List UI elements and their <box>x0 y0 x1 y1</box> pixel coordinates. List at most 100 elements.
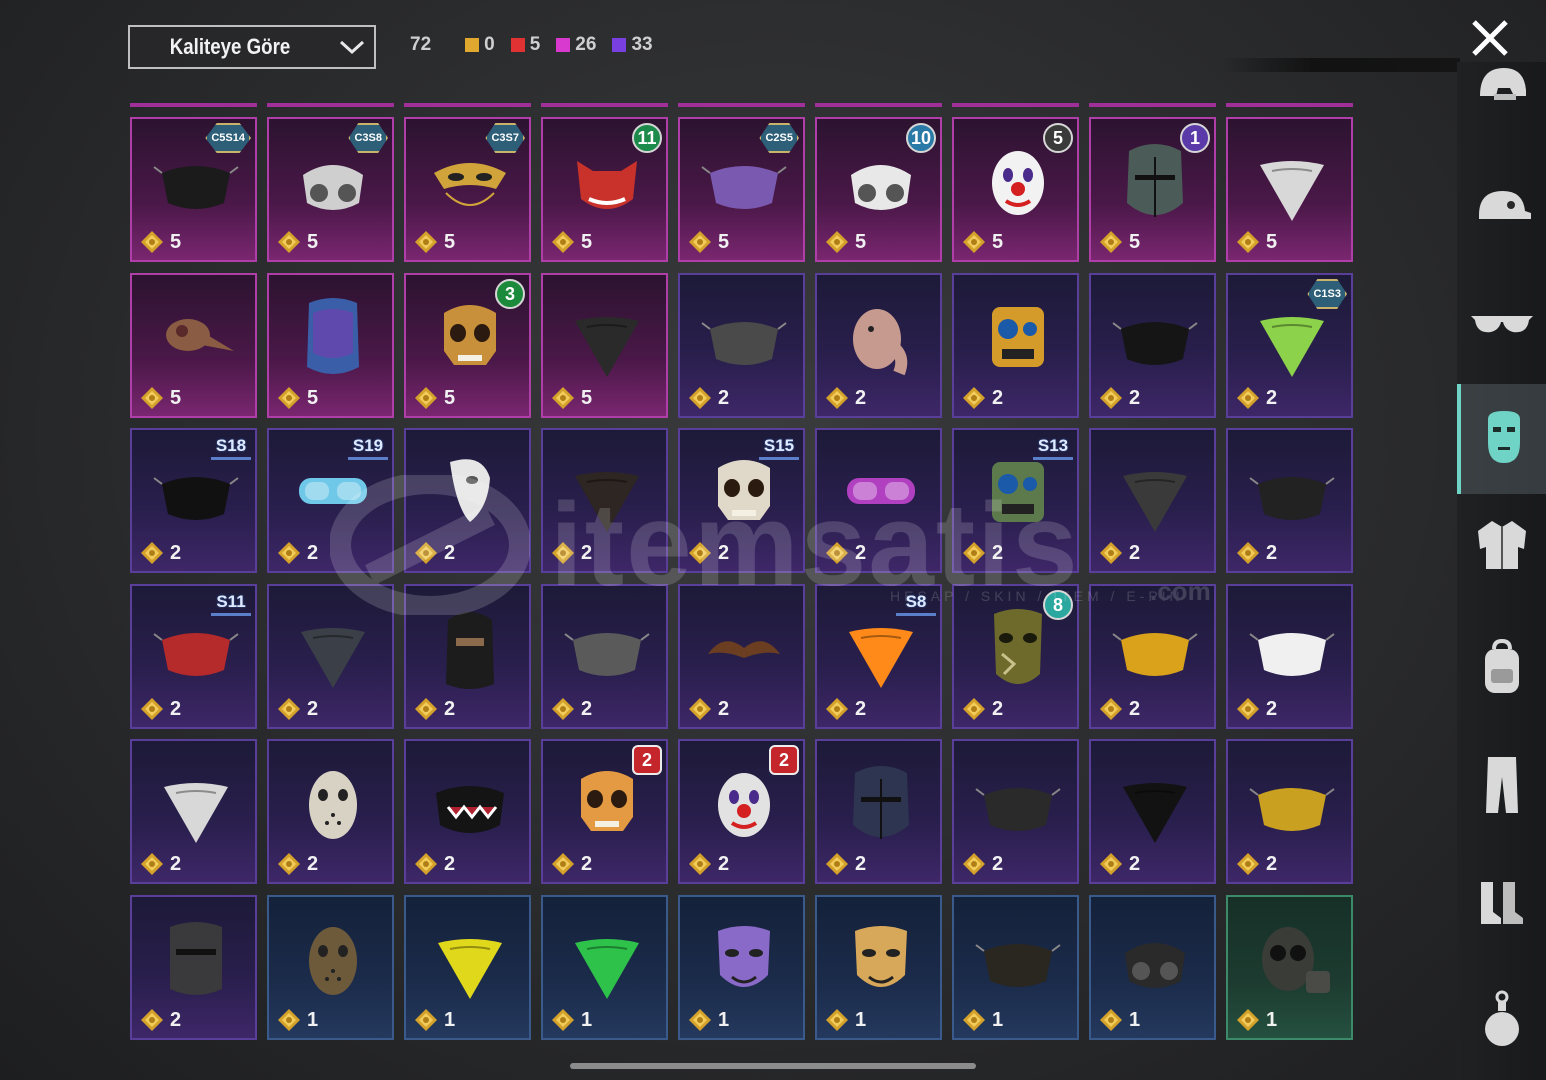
item-card[interactable]: 1 <box>1089 895 1216 1040</box>
sidebar-tab-glasses[interactable] <box>1457 270 1546 380</box>
robot-mask-icon <box>974 448 1062 540</box>
item-card[interactable]: S19 2 <box>267 428 394 573</box>
item-card[interactable]: 1 <box>815 895 942 1040</box>
item-card[interactable]: S13 2 <box>952 428 1079 573</box>
sidebar-tab-grenade[interactable] <box>1457 966 1546 1076</box>
item-card[interactable]: 2 <box>1226 739 1353 884</box>
item-quantity: 2 <box>1236 541 1277 565</box>
item-card[interactable]: 2 <box>952 273 1079 418</box>
item-card[interactable]: S15 2 <box>678 428 805 573</box>
item-card[interactable]: 35 <box>404 273 531 418</box>
sidebar-tab-pants[interactable] <box>1457 732 1546 842</box>
item-card[interactable]: 2 <box>678 273 805 418</box>
quantity-value: 2 <box>1129 697 1141 720</box>
rank-coin-icon <box>962 541 986 565</box>
item-card[interactable]: 2 <box>130 895 257 1040</box>
item-quantity: 2 <box>825 386 866 410</box>
item-card[interactable]: 2 <box>267 584 394 729</box>
item-card[interactable]: 2 <box>815 428 942 573</box>
item-card[interactable]: 2 <box>1089 739 1216 884</box>
bandana-mask-icon <box>1111 448 1199 540</box>
color-swatch <box>556 38 571 52</box>
item-card[interactable]: 2 <box>541 428 668 573</box>
item-quantity: 2 <box>962 697 1003 721</box>
skull-mask-icon <box>700 448 788 540</box>
item-card[interactable]: 55 <box>952 117 1079 262</box>
item-card[interactable]: C3S7 5 <box>404 117 531 262</box>
item-card[interactable]: C5S14 5 <box>130 117 257 262</box>
mask-cloth-mask-icon <box>974 915 1062 1007</box>
rank-coin-icon <box>1236 541 1260 565</box>
item-card[interactable]: 2 <box>404 428 531 573</box>
item-card[interactable]: S8 2 <box>815 584 942 729</box>
item-card[interactable]: 2 <box>815 739 942 884</box>
item-card[interactable]: C2S5 5 <box>678 117 805 262</box>
mask-cloth-mask-icon <box>152 448 240 540</box>
item-card[interactable]: 2 <box>678 584 805 729</box>
item-card[interactable]: 10 5 <box>815 117 942 262</box>
item-card[interactable]: S18 2 <box>130 428 257 573</box>
item-card[interactable]: 5 <box>130 273 257 418</box>
quantity-value: 2 <box>1266 386 1278 409</box>
item-card[interactable]: 2 <box>404 739 531 884</box>
item-card[interactable]: 5 <box>267 273 394 418</box>
item-card[interactable]: 2 <box>404 584 531 729</box>
item-card[interactable]: 22 <box>541 739 668 884</box>
quantity-value: 2 <box>581 697 593 720</box>
quantity-value: 2 <box>718 852 730 875</box>
sidebar-tab-mask[interactable] <box>1457 384 1546 494</box>
rank-coin-icon <box>551 852 575 876</box>
count-rare: 33 <box>612 34 653 56</box>
home-indicator[interactable] <box>570 1063 976 1069</box>
quantity-value: 2 <box>581 852 593 875</box>
item-card[interactable]: 2 <box>952 739 1079 884</box>
quantity-value: 2 <box>718 386 730 409</box>
item-card[interactable]: 5 <box>1226 117 1353 262</box>
item-quantity: 5 <box>688 230 729 254</box>
item-card[interactable]: 82 <box>952 584 1079 729</box>
sidebar-tab-backpack[interactable] <box>1457 614 1546 724</box>
quantity-value: 1 <box>581 1008 593 1031</box>
sidebar-tab-helmet[interactable] <box>1457 32 1546 142</box>
item-card[interactable]: 1 <box>541 895 668 1040</box>
sidebar-tab-boots[interactable] <box>1457 850 1546 960</box>
mask-cloth-mask-icon <box>1248 604 1336 696</box>
item-card[interactable]: 2 <box>267 739 394 884</box>
item-card[interactable]: 2 <box>1089 428 1216 573</box>
sort-dropdown-label: Kaliteye Göre <box>169 34 291 59</box>
item-card[interactable]: S11 2 <box>130 584 257 729</box>
item-card[interactable]: 1 <box>267 895 394 1040</box>
count-mythic: 5 <box>510 34 540 56</box>
rank-coin-icon <box>962 386 986 410</box>
item-quantity: 2 <box>277 541 318 565</box>
rank-coin-icon <box>1236 230 1260 254</box>
item-card[interactable]: 11 5 <box>541 117 668 262</box>
item-card[interactable]: 2 <box>1089 273 1216 418</box>
rank-coin-icon <box>825 697 849 721</box>
item-card[interactable]: 2 <box>1226 428 1353 573</box>
sidebar-tab-cap[interactable] <box>1457 154 1546 264</box>
item-card[interactable]: 5 <box>541 273 668 418</box>
quantity-value: 1 <box>1266 1008 1278 1031</box>
item-card[interactable]: 2 <box>815 273 942 418</box>
color-swatch <box>510 38 525 52</box>
item-card[interactable]: 15 <box>1089 117 1216 262</box>
item-card[interactable]: 1 <box>1226 895 1353 1040</box>
count-epic: 26 <box>556 34 596 56</box>
item-quantity: 5 <box>551 230 592 254</box>
sort-dropdown[interactable]: Kaliteye Göre <box>128 25 376 69</box>
bandana-mask-icon <box>563 915 651 1007</box>
item-card[interactable]: 2 <box>130 739 257 884</box>
item-card[interactable]: C3S8 5 <box>267 117 394 262</box>
item-card[interactable]: 1 <box>678 895 805 1040</box>
bandana-mask-icon <box>837 604 925 696</box>
item-card[interactable]: C1S3 2 <box>1226 273 1353 418</box>
item-card[interactable]: 2 <box>1089 584 1216 729</box>
item-card[interactable]: 2 <box>541 584 668 729</box>
sidebar-tab-jacket[interactable] <box>1457 492 1546 602</box>
item-card[interactable]: 1 <box>952 895 1079 1040</box>
item-card[interactable]: 22 <box>678 739 805 884</box>
quantity-value: 2 <box>307 697 319 720</box>
item-card[interactable]: 2 <box>1226 584 1353 729</box>
item-card[interactable]: 1 <box>404 895 531 1040</box>
